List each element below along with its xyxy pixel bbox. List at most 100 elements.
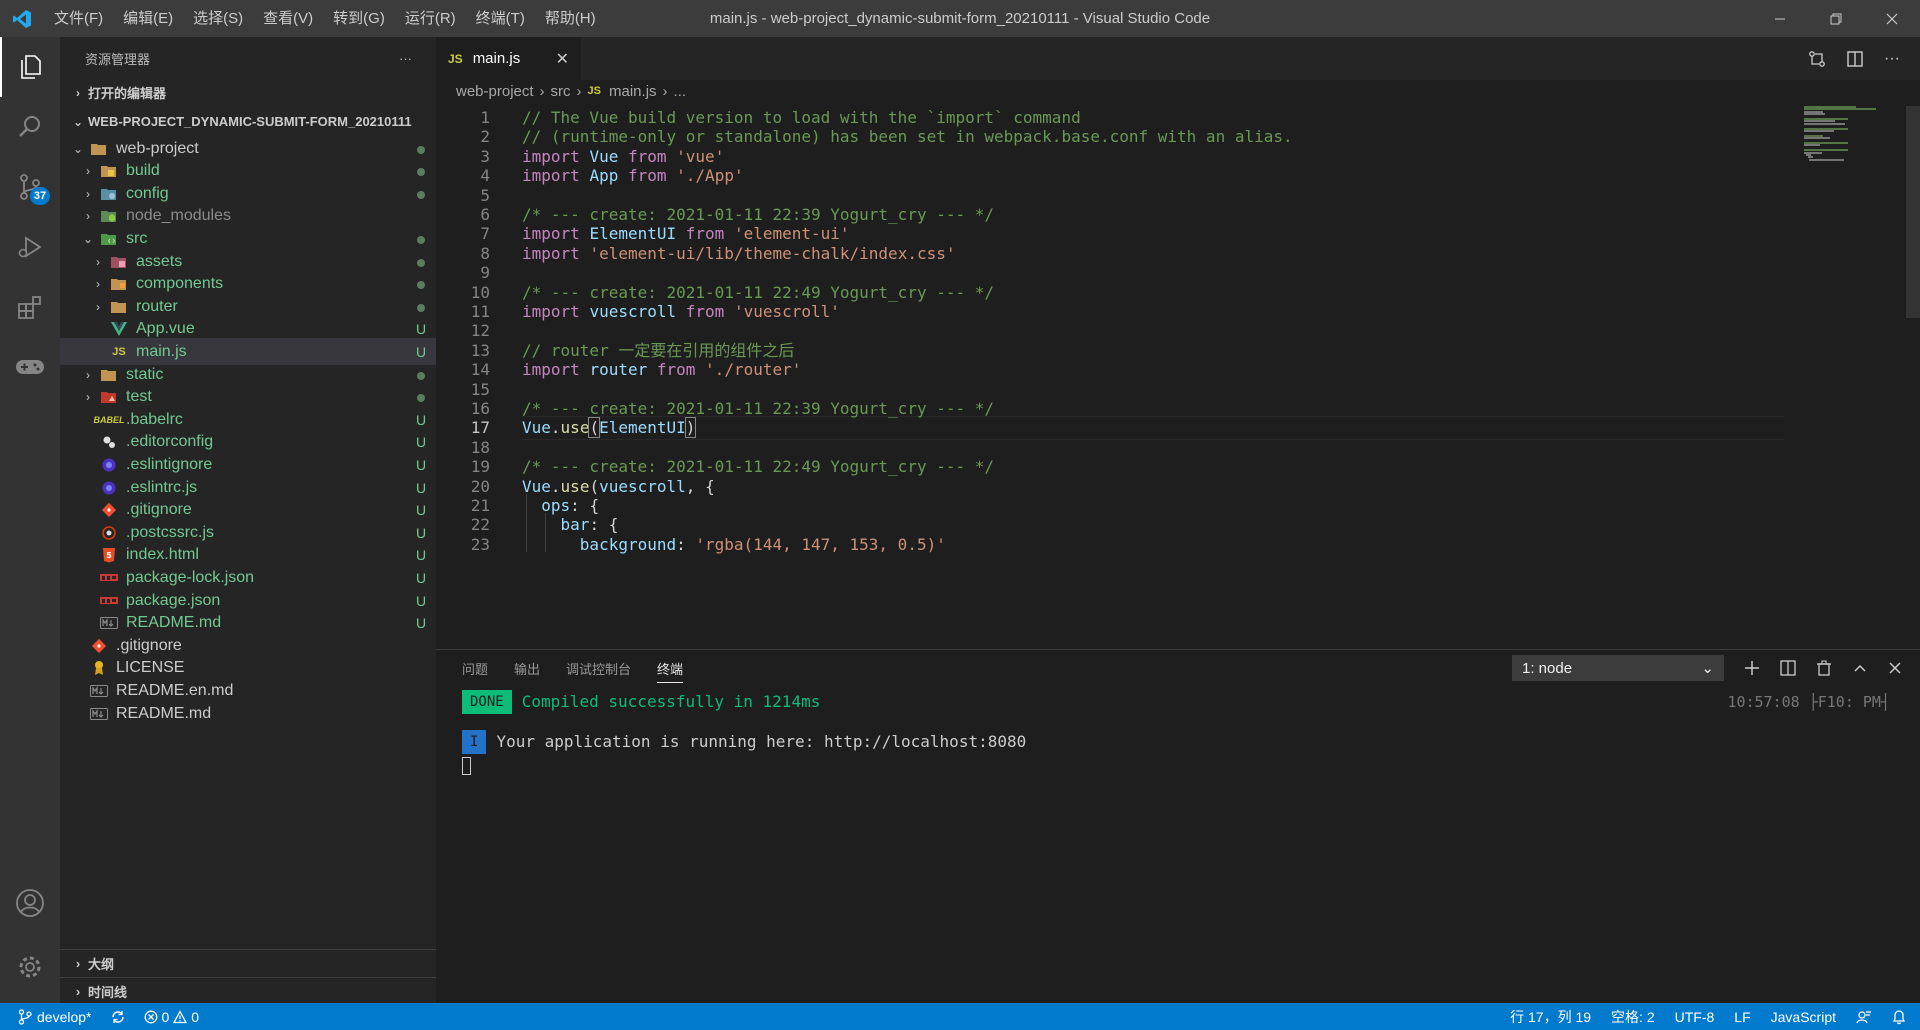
git-file-icon xyxy=(88,637,110,655)
tree-item-label: config xyxy=(126,184,169,202)
outline-label: 大纲 xyxy=(88,957,115,972)
close-window-button[interactable] xyxy=(1864,0,1920,37)
tree-item-label: static xyxy=(126,365,164,383)
run-debug-icon[interactable] xyxy=(0,217,60,277)
folder-icon xyxy=(108,298,130,316)
chevron-right-icon[interactable]: › xyxy=(78,187,98,201)
open-changes-icon[interactable] xyxy=(1808,50,1826,68)
chevron-down-icon[interactable]: ⌄ xyxy=(68,142,88,156)
more-actions-button[interactable]: ··· xyxy=(399,51,412,66)
terminal-select[interactable]: 1: node ⌄ xyxy=(1512,655,1724,681)
window-controls xyxy=(1752,0,1920,37)
tab-output[interactable]: 输出 xyxy=(514,659,540,678)
end-of-line[interactable]: LF xyxy=(1734,1009,1750,1025)
close-tab-icon[interactable]: ✕ xyxy=(556,49,569,69)
chevron-right-icon[interactable]: › xyxy=(88,277,108,291)
settings-gear-icon[interactable] xyxy=(0,937,60,997)
search-icon[interactable] xyxy=(0,97,60,157)
menu-help[interactable]: 帮助(H) xyxy=(535,0,606,37)
split-terminal-icon[interactable] xyxy=(1780,660,1796,676)
kill-terminal-icon[interactable] xyxy=(1816,660,1832,676)
breadcrumb-separator-icon: › xyxy=(662,82,668,100)
notifications-bell-icon[interactable] xyxy=(1892,1009,1906,1025)
menu-edit[interactable]: 编辑(E) xyxy=(113,0,183,37)
tab-terminal[interactable]: 终端 xyxy=(657,659,684,683)
editor-more-icon[interactable]: ··· xyxy=(1884,50,1900,68)
language-mode[interactable]: JavaScript xyxy=(1771,1009,1836,1025)
source-control-icon[interactable]: 37 xyxy=(0,157,60,217)
terminal-output[interactable]: DONE Compiled successfully in 1214ms I Y… xyxy=(462,690,1026,778)
indentation[interactable]: 空格: 2 xyxy=(1611,1007,1655,1027)
file-encoding[interactable]: UTF-8 xyxy=(1675,1009,1715,1025)
terminal-timestamp: 10:57:08 ├F10: PM┤ xyxy=(1727,693,1890,711)
menu-run[interactable]: 运行(R) xyxy=(395,0,466,37)
postcss-file-icon xyxy=(98,524,120,542)
assets-folder-icon xyxy=(108,253,130,271)
tree-item-label: index.html xyxy=(126,546,199,564)
git-status-badge xyxy=(406,276,436,292)
chevron-right-icon[interactable]: › xyxy=(88,255,108,269)
restore-button[interactable] xyxy=(1808,0,1864,37)
menu-view[interactable]: 查看(V) xyxy=(253,0,323,37)
tree-item-label: .gitignore xyxy=(126,501,192,519)
breadcrumb-file[interactable]: main.js xyxy=(609,83,657,100)
timeline-section[interactable]: › 时间线 xyxy=(60,977,436,1005)
warning-icon xyxy=(173,1009,188,1023)
maximize-panel-icon[interactable] xyxy=(1852,660,1868,676)
close-panel-icon[interactable] xyxy=(1888,661,1902,675)
breadcrumb-folder-root[interactable]: web-project xyxy=(456,83,534,100)
git-branch-status[interactable]: develop* xyxy=(18,1009,92,1025)
svg-text:5: 5 xyxy=(106,551,112,560)
chevron-down-icon[interactable]: ⌄ xyxy=(78,232,98,246)
explorer-icon[interactable] xyxy=(0,37,60,97)
problems-status[interactable]: 0 0 xyxy=(144,1009,199,1025)
cursor-position[interactable]: 行 17，列 19 xyxy=(1510,1007,1591,1027)
extensions-icon[interactable] xyxy=(0,277,60,337)
code-editor[interactable]: 1// The Vue build version to load with t… xyxy=(436,106,1920,649)
minimap[interactable] xyxy=(1804,106,1904,186)
git-status-badge: U xyxy=(415,592,427,609)
eslint-file-icon xyxy=(98,479,120,497)
file-tree: ⌄ web-project › build › config › node_modules ⌄ s… xyxy=(60,135,436,875)
feedback-icon[interactable] xyxy=(1856,1009,1872,1025)
code-line: 23 background: 'rgba(144, 147, 153, 0.5)… xyxy=(436,533,1786,557)
gamepad-icon[interactable] xyxy=(0,337,60,397)
indent-guide xyxy=(545,513,546,553)
breadcrumb-symbol[interactable]: ... xyxy=(674,83,687,100)
menu-terminal[interactable]: 终端(T) xyxy=(466,0,535,37)
panel-actions: 1: node ⌄ xyxy=(1512,655,1902,681)
components-folder-icon xyxy=(108,275,130,293)
menu-go[interactable]: 转到(G) xyxy=(323,0,395,37)
outline-section[interactable]: › 大纲 xyxy=(60,949,436,977)
workspace-root-section[interactable]: ⌄ WEB-PROJECT_DYNAMIC-SUBMIT-FORM_202101… xyxy=(60,108,436,135)
minimize-button[interactable] xyxy=(1752,0,1808,37)
menu-selection[interactable]: 选择(S) xyxy=(183,0,253,37)
new-terminal-icon[interactable] xyxy=(1744,660,1760,676)
tree-item-label: .editorconfig xyxy=(126,433,214,451)
tab-debug-console[interactable]: 调试控制台 xyxy=(566,659,631,678)
js-file-icon: JS xyxy=(587,85,602,97)
tab-main-js[interactable]: JS main.js ✕ xyxy=(436,37,581,80)
chevron-right-icon[interactable]: › xyxy=(88,300,108,314)
chevron-right-icon: › xyxy=(76,85,80,100)
config-folder-icon xyxy=(98,185,120,203)
open-editors-section[interactable]: › 打开的编辑器 xyxy=(60,79,436,106)
editor-actions: ··· xyxy=(1808,37,1900,80)
license-file-icon xyxy=(88,659,110,677)
minimap-line xyxy=(1809,158,1844,161)
breadcrumb-folder-src[interactable]: src xyxy=(551,83,571,100)
tree-item[interactable]: README.md xyxy=(60,700,436,727)
account-icon[interactable] xyxy=(0,873,60,933)
tab-problems[interactable]: 问题 xyxy=(462,659,488,678)
chevron-right-icon[interactable]: › xyxy=(78,209,98,223)
editor-scrollbar[interactable] xyxy=(1906,106,1920,318)
chevron-right-icon[interactable]: › xyxy=(78,164,98,178)
sync-icon[interactable] xyxy=(110,1009,126,1025)
tree-item-label: build xyxy=(126,162,160,180)
chevron-right-icon[interactable]: › xyxy=(78,368,98,382)
git-status-badge xyxy=(406,389,436,405)
split-editor-icon[interactable] xyxy=(1846,50,1864,68)
chevron-right-icon[interactable]: › xyxy=(78,390,98,404)
menu-file[interactable]: 文件(F) xyxy=(44,0,113,37)
explorer-sidebar: 资源管理器 ··· › 打开的编辑器 ⌄ WEB-PROJECT_DYNAMIC… xyxy=(60,37,436,1003)
